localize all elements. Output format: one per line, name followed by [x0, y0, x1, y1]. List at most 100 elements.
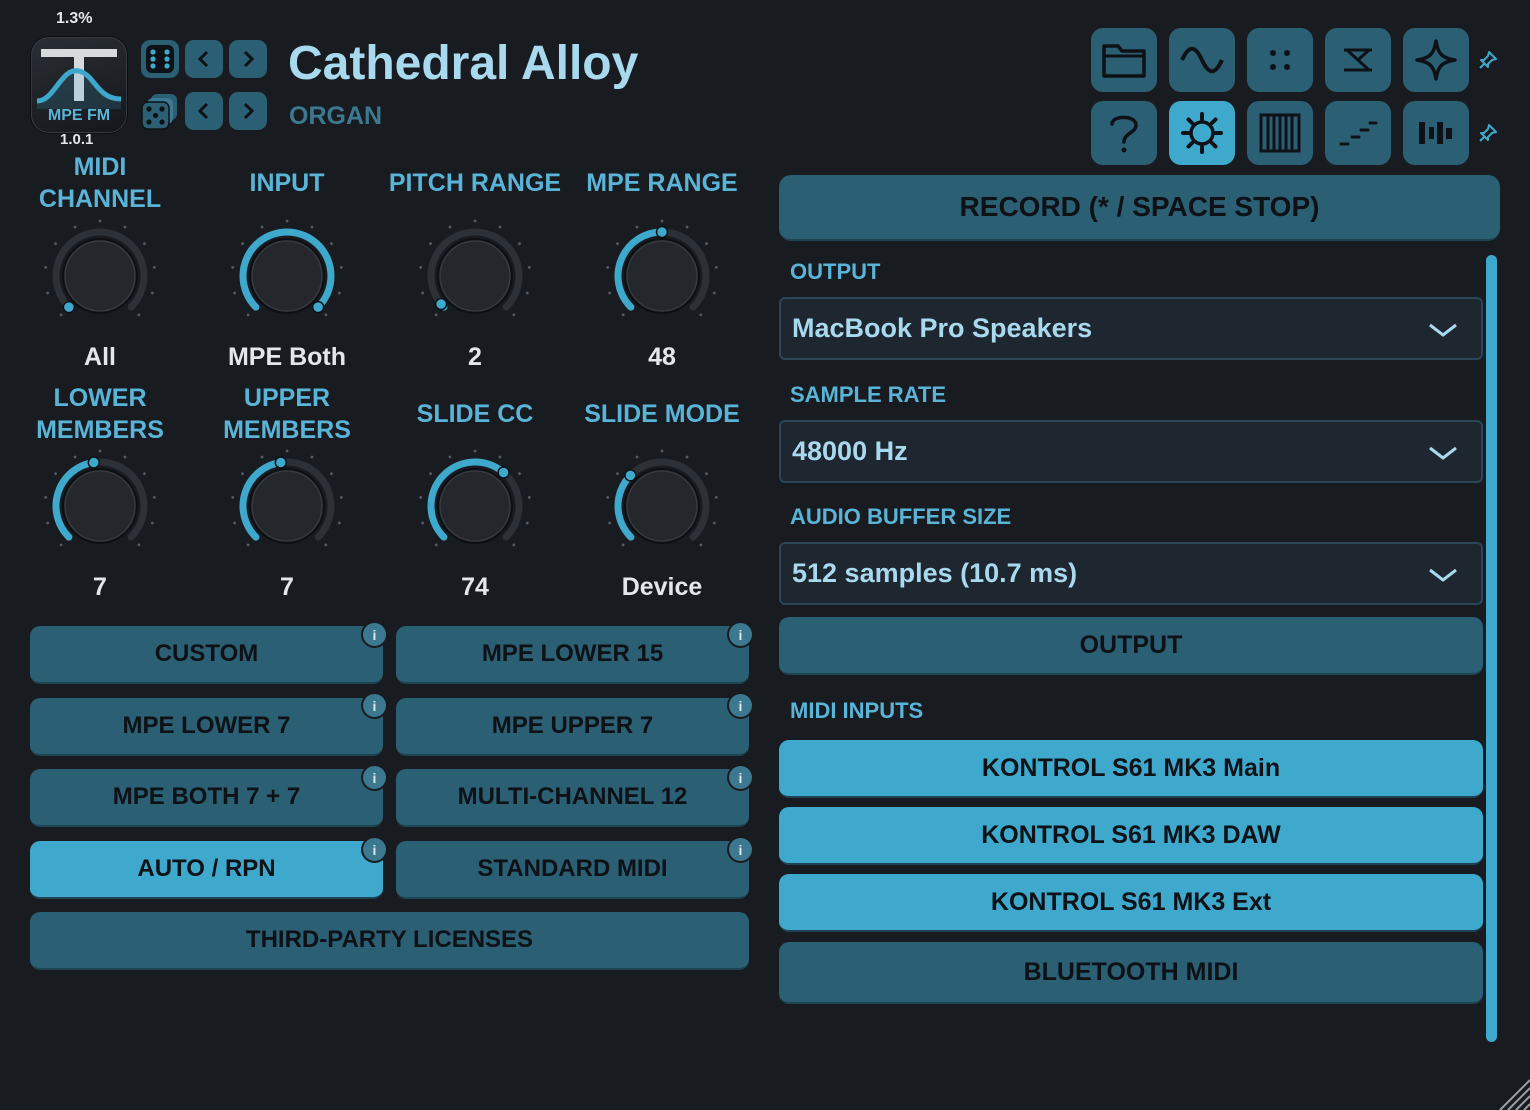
routing-button[interactable] — [1325, 28, 1391, 92]
lower-members-knob[interactable] — [40, 446, 160, 566]
upper-members-knob[interactable] — [227, 446, 347, 566]
knob-tick — [712, 291, 716, 295]
oscillator-button[interactable] — [1169, 28, 1235, 92]
next-preset-button[interactable] — [229, 40, 267, 78]
info-icon[interactable]: i — [729, 838, 752, 861]
knob-tick — [260, 225, 264, 229]
info-icon[interactable]: i — [729, 694, 752, 717]
knob-tick — [98, 219, 102, 223]
knob-body — [251, 470, 323, 542]
preset-name[interactable]: Cathedral Alloy — [288, 36, 638, 91]
help-button[interactable] — [1091, 101, 1157, 165]
knob-tick — [233, 291, 237, 295]
preset-mpe-lower-15-button[interactable]: MPE LOWER 15 — [396, 626, 749, 684]
matrix-button[interactable] — [1247, 28, 1313, 92]
info-icon[interactable]: i — [729, 623, 752, 646]
settings-scrollbar[interactable] — [1486, 255, 1497, 1042]
preset-mpe-upper-7-button[interactable]: MPE UPPER 7 — [396, 698, 749, 756]
knob-body — [626, 470, 698, 542]
effects-button[interactable] — [1403, 28, 1469, 92]
output-device-select[interactable]: MacBook Pro Speakers — [779, 297, 1483, 360]
midi-input-bluetooth[interactable]: BLUETOOTH MIDI — [779, 942, 1483, 1004]
knob-tick — [621, 313, 625, 317]
next-category-button[interactable] — [229, 92, 267, 130]
mpe-range-knob[interactable] — [602, 216, 722, 336]
resize-grip-icon[interactable] — [1486, 1070, 1530, 1110]
knob-tick — [616, 242, 619, 246]
knob-tick — [137, 313, 141, 317]
randomize-button[interactable] — [141, 40, 179, 78]
preset-standard-midi-button[interactable]: STANDARD MIDI — [396, 841, 749, 899]
knob-tick — [512, 543, 516, 547]
upper-members-value: 7 — [280, 573, 294, 601]
pitch-range-knob[interactable] — [415, 216, 535, 336]
knob-tick — [429, 242, 432, 246]
midi-input-kontrol-main[interactable]: KONTROL S61 MK3 Main — [779, 740, 1483, 798]
slide-cc-knob[interactable] — [415, 446, 535, 566]
prev-preset-button[interactable] — [185, 40, 223, 78]
knob-graphic — [231, 219, 343, 317]
knob-tick — [635, 455, 639, 459]
dots-grid-icon — [1270, 50, 1290, 70]
info-icon[interactable]: i — [363, 766, 386, 789]
prev-category-button[interactable] — [185, 92, 223, 130]
knob-tick — [608, 291, 612, 295]
settings-button[interactable] — [1169, 101, 1235, 165]
knob-indicator — [624, 469, 637, 482]
knob-tick — [143, 472, 146, 476]
knob-tick — [137, 543, 141, 547]
info-icon[interactable]: i — [729, 766, 752, 789]
meters-button[interactable] — [1403, 101, 1469, 165]
output-test-button[interactable]: OUTPUT — [779, 617, 1483, 675]
knob-body — [626, 240, 698, 312]
buffer-size-select[interactable]: 512 samples (10.7 ms) — [779, 542, 1483, 605]
knob-tick — [46, 291, 50, 295]
dice-stack-icon — [141, 94, 177, 130]
info-icon[interactable]: i — [363, 623, 386, 646]
slide-mode-knob[interactable] — [602, 446, 722, 566]
chevron-left-icon — [197, 102, 209, 120]
midi-channel-knob[interactable] — [40, 216, 160, 336]
preset-mpe-lower-7-button[interactable]: MPE LOWER 7 — [30, 698, 383, 756]
pin-row1-button[interactable] — [1477, 49, 1499, 71]
knob-tick — [246, 313, 250, 317]
knob-indicator — [434, 297, 448, 311]
knob-tick — [150, 291, 154, 295]
chevron-down-icon — [1429, 323, 1457, 337]
knob-indicator — [655, 225, 669, 239]
pin-row2-button[interactable] — [1477, 122, 1499, 144]
knob-label-upper-members: UPPER MEMBERS — [193, 382, 381, 446]
sequencer-button[interactable] — [1325, 101, 1391, 165]
app-logo[interactable]: MPE FM — [31, 37, 127, 133]
preset-custom-button[interactable]: CUSTOM — [30, 626, 383, 684]
sparkle-icon — [1415, 39, 1457, 81]
knob-tick — [635, 225, 639, 229]
knob-tick — [231, 265, 235, 269]
midi-input-kontrol-daw[interactable]: KONTROL S61 MK3 DAW — [779, 807, 1483, 865]
midi-input-kontrol-ext[interactable]: KONTROL S61 MK3 Ext — [779, 874, 1483, 932]
knob-indicator — [87, 456, 101, 469]
knob-graphic — [231, 449, 343, 547]
info-icon[interactable]: i — [363, 838, 386, 861]
knob-graphic — [419, 449, 531, 547]
knob-tick — [241, 472, 244, 476]
preset-auto-rpn-button[interactable]: AUTO / RPN — [30, 841, 383, 899]
randomize-all-button[interactable] — [141, 92, 179, 130]
input-knob[interactable] — [227, 216, 347, 336]
preset-multi-channel-button[interactable]: MULTI-CHANNEL 12 — [396, 769, 749, 827]
mpe-range-value: 48 — [648, 343, 676, 371]
browser-button[interactable] — [1091, 28, 1157, 92]
record-button[interactable]: RECORD (* / SPACE STOP) — [779, 175, 1500, 241]
slide-cc-value: 74 — [461, 573, 489, 601]
info-icon[interactable]: i — [363, 694, 386, 717]
knob-tick — [660, 219, 664, 223]
knob-tick — [260, 455, 264, 459]
sample-rate-select[interactable]: 48000 Hz — [779, 420, 1483, 483]
keyboard-button[interactable] — [1247, 101, 1313, 165]
preset-mpe-both-button[interactable]: MPE BOTH 7 + 7 — [30, 769, 383, 827]
gear-icon — [1181, 112, 1223, 154]
third-party-licenses-button[interactable]: THIRD-PARTY LICENSES — [30, 912, 749, 970]
knob-tick — [712, 521, 716, 525]
knob-tick — [143, 242, 146, 246]
knob-tick — [606, 265, 610, 269]
